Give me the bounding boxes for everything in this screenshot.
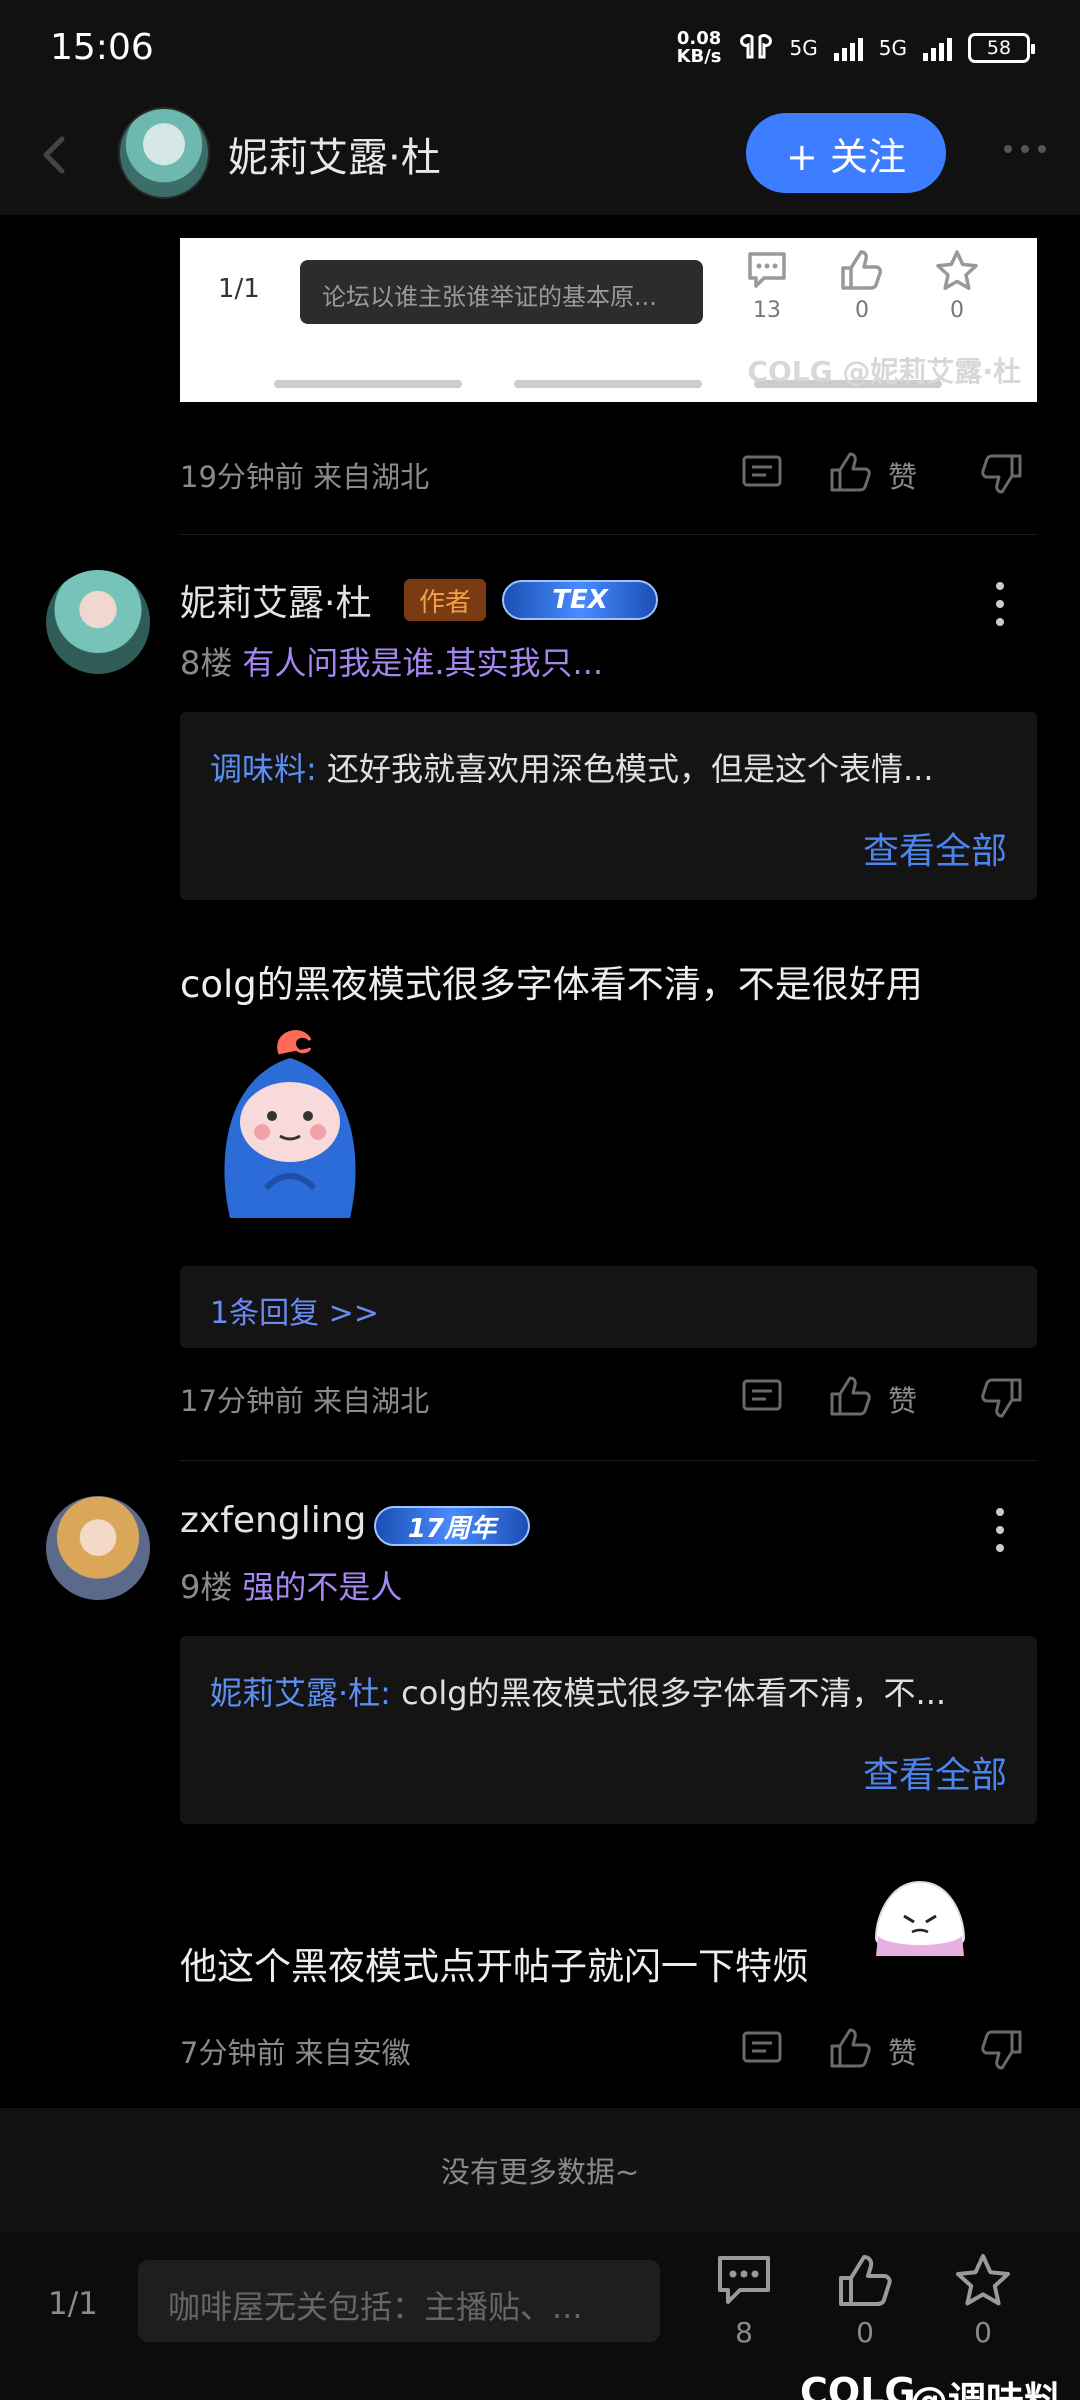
avatar[interactable]	[118, 107, 210, 199]
status-bar: 15:06 0.08 KB/s 5G 5G 58	[0, 0, 1080, 95]
page-indicator: 1/1	[218, 274, 260, 304]
floor-info: 8楼 有人问我是谁.其实我只...	[180, 644, 604, 682]
thumbs-up-icon	[839, 2255, 892, 2306]
sim1-label: 5G	[789, 35, 818, 60]
more-icon[interactable]	[1004, 145, 1054, 159]
level-badge: TEX	[502, 580, 658, 620]
embedded-watermark: COLG @妮莉艾露·杜	[747, 355, 1021, 388]
battery-icon: 58	[968, 32, 1035, 63]
quote-text: 还好我就喜欢用深色模式，但是这个表情...	[326, 750, 934, 788]
net-speed: 0.08 KB/s	[676, 27, 722, 67]
avatar[interactable]	[46, 1496, 150, 1600]
nav-gesture-bar	[514, 380, 702, 388]
top-nav: 妮莉艾露·杜 + 关注	[0, 95, 1080, 215]
status-time: 15:06	[50, 27, 154, 68]
like-label[interactable]: 赞	[888, 1378, 917, 1420]
quote-line: 妮莉艾露·杜: colg的黑夜模式很多字体看不清，不...	[210, 1668, 1010, 1714]
comment-body: colg的黑夜模式很多字体看不清，不是很好用	[180, 963, 923, 1006]
signal-icon	[833, 35, 863, 61]
thumbs-down-icon[interactable]	[978, 2028, 1024, 2072]
replies-link[interactable]: 1条回复 >>	[180, 1266, 1037, 1348]
back-icon[interactable]	[34, 133, 74, 177]
divider	[180, 534, 1037, 535]
comment-icon[interactable]	[740, 2029, 784, 2069]
star-icon	[936, 250, 978, 290]
avatar[interactable]	[46, 570, 150, 674]
more-options-icon[interactable]	[994, 1508, 1006, 1552]
status-icons: 0.08 KB/s 5G 5G 58	[676, 27, 1035, 67]
page-title[interactable]: 妮莉艾露·杜	[228, 125, 441, 183]
sim2-label: 5G	[878, 35, 907, 60]
comment-icon[interactable]	[740, 1377, 784, 1417]
watermark-brand: COLG	[800, 2370, 916, 2400]
action-row: 赞	[740, 448, 1040, 498]
follow-button[interactable]: + 关注	[746, 113, 946, 193]
favorite-button[interactable]: 0	[948, 2252, 1018, 2349]
comment-icon[interactable]	[740, 453, 784, 493]
quote-block[interactable]: 调味料: 还好我就喜欢用深色模式，但是这个表情... 查看全部	[180, 712, 1037, 900]
post-meta: 19分钟前 来自湖北	[180, 460, 430, 494]
reply-input-preview: 论坛以谁主张谁举证的基本原...	[300, 260, 703, 324]
comment-button[interactable]: 8	[709, 2252, 779, 2349]
earbuds-icon	[739, 33, 772, 58]
author-badge: 作者	[404, 579, 486, 621]
comment-author[interactable]: zxfengling	[180, 1500, 366, 1541]
comment-author[interactable]: 妮莉艾露·杜	[180, 574, 371, 626]
thumbs-down-icon[interactable]	[978, 1376, 1024, 1420]
action-row: 赞	[740, 2024, 1040, 2074]
comment-icon	[748, 252, 786, 288]
blob-sticker-icon	[224, 1030, 356, 1218]
divider	[180, 1460, 1037, 1461]
like-label[interactable]: 赞	[888, 2030, 917, 2072]
action-row: 赞	[740, 1372, 1040, 1422]
more-options-icon[interactable]	[994, 582, 1006, 626]
quote-line: 调味料: 还好我就喜欢用深色模式，但是这个表情...	[210, 744, 1010, 790]
thumbs-up-icon[interactable]	[828, 450, 874, 494]
favorite-count: 0	[927, 248, 987, 323]
comment-icon	[718, 2256, 770, 2304]
comment-count: 13	[737, 248, 797, 323]
thumbs-up-icon[interactable]	[828, 2026, 874, 2070]
view-all-link[interactable]: 查看全部	[863, 822, 1007, 874]
quote-block[interactable]: 妮莉艾露·杜: colg的黑夜模式很多字体看不清，不... 查看全部	[180, 1636, 1037, 1824]
quote-text: colg的黑夜模式很多字体看不清，不...	[401, 1674, 947, 1712]
embedded-screenshot[interactable]: 1/1 论坛以谁主张谁举证的基本原... 13 0 0 COLG @妮莉艾露·杜	[180, 238, 1037, 402]
nav-gesture-bar	[274, 380, 462, 388]
view-all-link[interactable]: 查看全部	[863, 1746, 1007, 1798]
signal-icon	[923, 35, 952, 61]
star-icon	[956, 2254, 1010, 2306]
like-button[interactable]: 0	[830, 2252, 900, 2349]
comment-meta: 17分钟前 来自湖北	[180, 1384, 430, 1418]
watermark-handle: @调味料	[910, 2370, 1062, 2400]
thumbs-up-icon	[841, 250, 882, 290]
reply-ref[interactable]: 有人问我是谁.其实我只...	[242, 644, 603, 682]
page-indicator[interactable]: 1/1	[48, 2286, 98, 2322]
quote-author[interactable]: 妮莉艾露·杜:	[210, 1674, 391, 1712]
like-label[interactable]: 赞	[888, 454, 917, 496]
reply-input[interactable]: 咖啡屋无关包括：主播贴、...	[138, 2260, 660, 2342]
end-of-list: 没有更多数据~	[0, 2108, 1080, 2232]
floor-info: 9楼 强的不是人	[180, 1568, 403, 1606]
reply-ref[interactable]: 强的不是人	[242, 1568, 402, 1606]
quote-author[interactable]: 调味料:	[210, 750, 317, 788]
thumbs-down-icon[interactable]	[978, 452, 1024, 496]
comment-meta: 7分钟前 来自安徽	[180, 2036, 411, 2070]
thumbs-up-icon[interactable]	[828, 1374, 874, 1418]
level-badge: 17周年	[374, 1506, 530, 1546]
rice-ball-sticker-icon	[874, 1880, 966, 1956]
comment-body: 他这个黑夜模式点开帖子就闪一下特烦	[180, 1945, 809, 1988]
like-count: 0	[832, 248, 892, 323]
